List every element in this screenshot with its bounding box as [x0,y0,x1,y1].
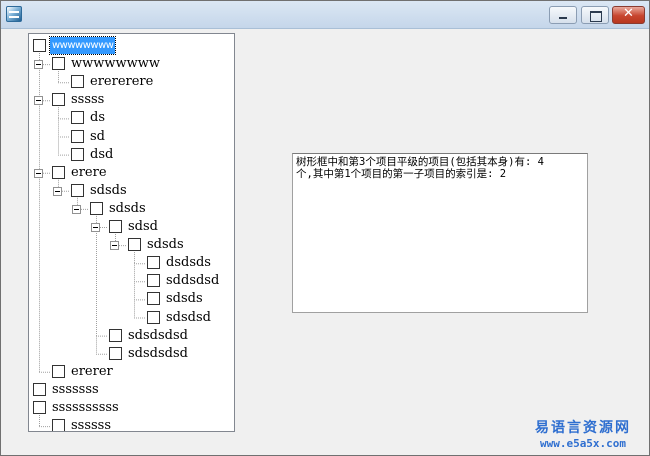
tree-node-checkbox[interactable] [52,57,65,71]
close-button[interactable]: ✕ [612,6,645,24]
collapse-toggle-icon[interactable] [110,241,119,251]
tree-node-label[interactable]: sdsds [88,182,129,199]
tree-node-label[interactable]: ssssssssss [50,399,121,416]
minimize-button[interactable] [549,6,577,24]
result-line-2: 个,其中第1个项目的第一子项目的索引是: 2 [296,168,507,180]
tree-node-label[interactable]: sssssss [50,381,101,398]
tree-node-label[interactable]: sddsdsd [164,272,221,289]
tree-node-label[interactable]: sd [88,128,107,145]
title-bar[interactable]: ✕ [1,1,649,29]
result-line-1: 树形框中和第3个项目平级的项目(包括其本身)有: 4 [296,156,544,168]
result-textbox[interactable]: 树形框中和第3个项目平级的项目(包括其本身)有: 4 个,其中第1个项目的第一子… [292,153,588,313]
tree-node-label[interactable]: dsdsds [164,254,213,271]
tree-node-label[interactable]: sdsdsdsd [126,327,190,344]
tree-node-checkbox[interactable] [128,238,141,252]
tree-node-checkbox[interactable] [71,183,84,197]
maximize-button[interactable] [581,6,609,24]
tree-node-checkbox[interactable] [33,382,46,396]
tree-view[interactable]: wwwwwwww wwwwwwww erererere sssss ds sd dsd ere… [28,33,235,432]
tree-node-checkbox[interactable] [33,39,46,52]
tree-node-checkbox[interactable] [147,310,160,324]
watermark-url: www.e5a5x.com [539,437,627,450]
tree-node-label[interactable]: sdsds [145,236,186,253]
tree-node-checkbox[interactable] [71,111,84,125]
tree-node-label[interactable]: sdsdsd [164,309,213,326]
app-icon[interactable] [6,6,22,22]
tree-node-label[interactable]: erere [69,164,109,181]
tree-node-checkbox[interactable] [52,419,65,431]
tree-node-label[interactable]: wwwwwwww [69,55,162,72]
tree-node-checkbox[interactable] [90,201,103,215]
close-icon: ✕ [623,6,634,21]
site-watermark: 易语言资源网 www.e5a5x.com [521,417,645,450]
tree-node-label[interactable]: sdsdsdsd [126,345,190,362]
collapse-toggle-icon[interactable] [34,168,43,178]
watermark-name: 易语言资源网 [535,420,631,436]
tree-node-checkbox[interactable] [33,401,46,414]
tree-node-checkbox[interactable] [147,274,160,288]
tree-node-checkbox[interactable] [52,165,65,179]
tree-node-label[interactable]: ererer [69,363,115,380]
tree-node-checkbox[interactable] [147,292,160,306]
tree-node-label[interactable]: sdsds [107,200,148,217]
tree-node-checkbox[interactable] [71,129,84,143]
tree-node-checkbox[interactable] [52,364,65,378]
tree-node-checkbox[interactable] [109,328,122,342]
collapse-toggle-icon[interactable] [34,60,43,70]
tree-node-checkbox[interactable] [71,75,84,89]
tree-node-label[interactable]: sdsd [126,218,160,235]
tree-node-checkbox[interactable] [52,93,65,107]
tree-node-label[interactable]: dsd [88,146,115,163]
tree-node-label[interactable]: sssss [69,91,106,108]
collapse-toggle-icon[interactable] [53,186,62,196]
tree-node-checkbox[interactable] [109,346,122,360]
tree-node-checkbox[interactable] [71,147,84,161]
main-window: ✕ wwwwwwww wwwwwwww erererere sssss ds sd dsd e… [0,0,650,456]
collapse-toggle-icon[interactable] [72,204,81,214]
tree-node-label[interactable]: ds [88,109,107,126]
tree-node-label[interactable]: wwwwwwww [48,36,117,55]
collapse-toggle-icon[interactable] [91,223,100,232]
collapse-toggle-icon[interactable] [34,96,43,106]
tree-node-label[interactable]: ssssss [69,417,113,431]
tree-node-checkbox[interactable] [147,256,160,270]
tree-node-label[interactable]: erererere [88,73,155,90]
tree-node-label[interactable]: sdsds [164,290,205,307]
tree-node-checkbox[interactable] [109,220,122,233]
